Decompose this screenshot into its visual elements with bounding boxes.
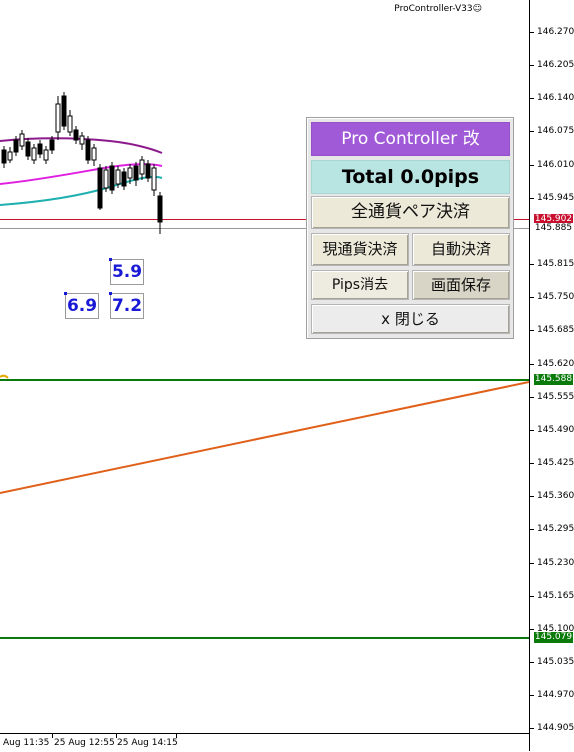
price-tick — [530, 364, 534, 365]
price-tick — [530, 529, 534, 530]
price-label: 145.230 — [537, 558, 574, 568]
price-tick — [530, 297, 534, 298]
candle-body — [55, 103, 61, 133]
price-label: 145.620 — [537, 359, 574, 369]
level-upper-tag: 145.588 — [534, 374, 573, 385]
total-pips-display: Total 0.0pips — [311, 160, 510, 194]
price-label: 145.425 — [537, 458, 574, 468]
price-tick — [530, 32, 534, 33]
close-panel-button[interactable]: x 閉じる — [311, 304, 510, 334]
object-marker — [0, 374, 9, 379]
candle-body — [43, 149, 49, 161]
price-tick — [530, 430, 534, 431]
price-label: 145.945 — [537, 193, 574, 203]
candle-body — [13, 139, 19, 153]
price-tick — [530, 496, 534, 497]
price-label: 146.140 — [537, 93, 574, 103]
level-lower-tag: 145.079 — [534, 632, 573, 643]
candle-body — [37, 143, 43, 155]
candle-body — [133, 165, 139, 181]
price-label: 146.270 — [537, 27, 574, 37]
candle-body — [145, 163, 151, 179]
price-label: 145.295 — [537, 524, 574, 534]
pro-controller-panel: Pro Controller 改 Total 0.0pips 全通貨ペア決済 現… — [306, 117, 514, 339]
candle-body — [85, 139, 91, 161]
indicator-title: ProController-V33☺ — [394, 4, 482, 14]
candle-body — [1, 149, 7, 164]
pip-label[interactable]: 5.9 — [109, 258, 144, 285]
price-tick — [530, 695, 534, 696]
pip-value: 6.9 — [66, 296, 98, 316]
candle-body — [109, 165, 115, 191]
price-tick — [530, 629, 534, 630]
close-all-pairs-button[interactable]: 全通貨ペア決済 — [311, 196, 510, 229]
candle-body — [103, 169, 109, 189]
price-tick — [530, 198, 534, 199]
price-tick — [530, 463, 534, 464]
ask-price-tag: 145.885 — [534, 223, 573, 234]
price-tick — [530, 330, 534, 331]
candle-body — [61, 95, 67, 127]
price-tick — [530, 98, 534, 99]
pip-value: 7.2 — [111, 296, 143, 316]
price-label: 145.815 — [537, 259, 574, 269]
chart-area[interactable]: ProController-V33☺ 5.9 6.9 7.2 Pro Contr… — [0, 0, 529, 733]
time-label: Aug 11:35 — [3, 738, 50, 748]
indicator-name-text: ProController-V33 — [394, 4, 473, 14]
candle-body — [157, 195, 163, 223]
smiley-icon: ☺ — [472, 4, 482, 14]
price-label: 146.075 — [537, 126, 574, 136]
candle-body — [49, 139, 55, 151]
price-tick — [530, 65, 534, 66]
price-tick — [530, 728, 534, 729]
candle-body — [121, 171, 127, 187]
candle-body — [67, 115, 73, 133]
panel-title: Pro Controller 改 — [311, 122, 510, 156]
price-tick — [530, 563, 534, 564]
candle-body — [115, 169, 121, 185]
time-axis[interactable]: Aug 11:35 25 Aug 12:55 25 Aug 14:15 — [0, 733, 529, 752]
price-axis[interactable]: 146.270 146.205 146.140 146.075 146.010 … — [529, 0, 574, 751]
candle-body — [73, 129, 79, 141]
trend-line[interactable] — [0, 381, 529, 494]
candle-body — [97, 167, 103, 209]
price-label: 145.165 — [537, 591, 574, 601]
price-label: 145.555 — [537, 392, 574, 402]
price-tick — [530, 165, 534, 166]
candle-body — [31, 147, 37, 161]
candle-body — [151, 167, 157, 191]
price-tick — [530, 662, 534, 663]
price-label: 145.360 — [537, 491, 574, 501]
price-tick — [530, 596, 534, 597]
price-label: 145.750 — [537, 292, 574, 302]
price-label: 146.010 — [537, 160, 574, 170]
pip-value: 5.9 — [111, 262, 143, 282]
pip-label[interactable]: 6.9 — [64, 292, 99, 319]
close-current-pair-button[interactable]: 現通貨決済 — [311, 233, 409, 266]
price-label: 144.905 — [537, 723, 574, 733]
price-label: 145.035 — [537, 657, 574, 667]
screen-save-button[interactable]: 画面保存 — [412, 270, 510, 300]
price-chart-canvas — [0, 92, 529, 639]
price-label: 146.205 — [537, 60, 574, 70]
price-tick — [530, 397, 534, 398]
time-label: 25 Aug 14:15 — [117, 738, 178, 748]
price-label: 145.685 — [537, 325, 574, 335]
candle-body — [139, 159, 145, 175]
price-tick — [530, 131, 534, 132]
price-tick — [530, 264, 534, 265]
candle-body — [127, 167, 133, 179]
candle-body — [25, 141, 31, 157]
candle-body — [7, 151, 13, 161]
price-label: 144.970 — [537, 690, 574, 700]
time-tick — [52, 734, 53, 738]
candle-body — [19, 133, 25, 147]
pips-clear-button[interactable]: Pips消去 — [311, 270, 409, 300]
pip-label[interactable]: 7.2 — [109, 292, 144, 319]
candle-body — [91, 147, 97, 161]
candle-body — [79, 135, 85, 145]
price-label: 145.490 — [537, 425, 574, 435]
time-label: 25 Aug 12:55 — [54, 738, 115, 748]
auto-close-button[interactable]: 自動決済 — [412, 233, 510, 266]
